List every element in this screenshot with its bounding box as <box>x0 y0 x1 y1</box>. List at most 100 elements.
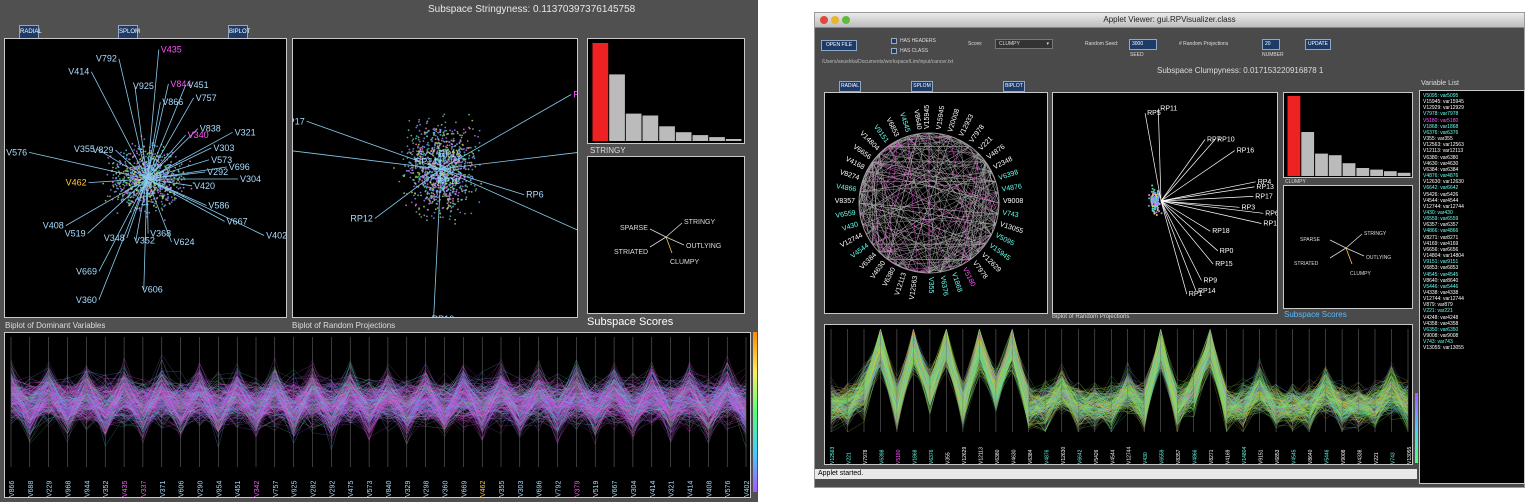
score-select[interactable]: CLUMPY ▾ <box>995 39 1053 49</box>
window-title: Applet Viewer: gui.RPVisualizer.class <box>1103 15 1236 24</box>
circle-variable-label: V4866 <box>836 183 857 193</box>
variable-label: V304 <box>240 174 261 184</box>
radial-button[interactable]: RADIAL <box>839 81 861 92</box>
variable-label: V829 <box>92 145 113 155</box>
score-bar <box>1370 169 1383 176</box>
projection-label: RP18 <box>1212 228 1230 235</box>
has-headers-checkbox[interactable] <box>891 38 897 44</box>
axis-label: V221 <box>1374 452 1380 464</box>
dominant-biplot-panel[interactable]: V435 V792 V414 V925 V844 V451 V757 V866 V838 V321… <box>4 38 287 318</box>
stringy-screenshot: Subspace Stringyness: 0.1137039737614575… <box>0 0 758 502</box>
axis-label: V4630 <box>1011 449 1017 464</box>
biplot-ray <box>1160 200 1219 252</box>
score-bar-panel[interactable] <box>1283 92 1413 178</box>
random-seed-input[interactable]: 3000 <box>1129 39 1157 50</box>
parallel-coords-panel[interactable]: V12563 V221 V7978 V6398 V5180 V1868 V6376 V355 V… <box>824 324 1413 465</box>
splom-button[interactable]: SPLOM <box>118 25 140 39</box>
scores-title: Subspace Scores <box>587 316 674 328</box>
number-button[interactable]: NUMBER <box>1262 52 1284 58</box>
biplot-ray <box>118 58 148 180</box>
has-headers-label: HAS HEADERS <box>900 38 936 44</box>
axis-label: V12744 <box>1127 447 1133 464</box>
circle-variable-label: V20008 <box>947 108 961 133</box>
radial-button[interactable]: RADIAL <box>19 25 42 39</box>
axis-label: V221 <box>847 452 853 464</box>
axis-label: V968 <box>66 481 73 497</box>
axis-label: V371 <box>160 481 167 497</box>
axis-label: V379 <box>574 481 581 497</box>
scores-star-panel[interactable]: SPARSE STRINGY OUTLYING STRIATED CLUMPY <box>587 156 745 314</box>
score-bar <box>709 137 725 141</box>
circle-variable-label: V15945 <box>924 105 931 129</box>
splom-button[interactable]: SPLOM <box>911 81 933 92</box>
variable-label: V669 <box>76 266 97 276</box>
variable-list-item[interactable]: V13055: var13055 <box>1423 345 1524 351</box>
circle-variable-label: V1868 <box>950 272 963 294</box>
score-bar <box>659 126 675 141</box>
axis-label: V282 <box>311 481 318 497</box>
axis-label: V667 <box>612 481 619 497</box>
circle-variable-label: V13055 <box>999 221 1024 235</box>
axis-label: V462 <box>480 481 487 497</box>
chevron-down-icon: ▾ <box>1046 41 1049 47</box>
biplot-button[interactable]: BIPLOT <box>228 25 250 39</box>
variable-label: V408 <box>43 221 64 231</box>
subspace-title: Subspace Clumpyness: 0.017153220916878 1 <box>1157 66 1324 75</box>
axis-label: V14804 <box>1242 447 1248 464</box>
score-bar <box>1315 153 1328 176</box>
score-bar <box>642 115 659 141</box>
axis-label: V6398 <box>880 449 886 464</box>
variable-label: V576 <box>6 147 27 157</box>
update-button[interactable]: UPDATE <box>1305 39 1331 50</box>
scores-star-panel[interactable]: SPARSE STRINGY OUTLYING STRIATED CLUMPY <box>1283 185 1413 309</box>
axis-label: V954 <box>216 481 223 497</box>
has-class-checkbox[interactable] <box>891 48 897 54</box>
circle-variable-label: V6380 <box>882 267 897 288</box>
axis-label: V6384 <box>1028 449 1034 464</box>
axis-label: V9151 <box>1259 449 1265 464</box>
axis-label: V6380 <box>995 449 1001 464</box>
score-bar-panel[interactable] <box>587 38 745 144</box>
axis-label: V430 <box>1143 452 1149 464</box>
random-seed-label: Random Seed: <box>1085 41 1119 47</box>
parallel-coords-panel[interactable]: V866 V688 V229 V968 V944 V352 V435 V337 V371 V606… <box>4 332 751 498</box>
window-titlebar: Applet Viewer: gui.RPVisualizer.class <box>815 13 1524 28</box>
variable-label: V792 <box>96 54 117 64</box>
stringy-bar-label: STRINGY <box>590 146 626 155</box>
random-biplot-panel[interactable]: RP9RP15RP17RP7RP18RP14RP11RP12RP6RP0RP10 <box>292 38 578 318</box>
axis-label: V743 <box>1391 452 1397 464</box>
axis-label: V12630 <box>1061 447 1067 464</box>
random-biplot-panel[interactable]: RP5RP11RP7RP10RP16RP4RP13RP17RP3RP6RP12R… <box>1052 92 1278 314</box>
axis-label: V688 <box>28 481 35 497</box>
random-title: Biplot of Random Projections <box>292 321 396 330</box>
axis-label: V840 <box>386 481 393 497</box>
circle-variable-label: V12563 <box>909 275 920 300</box>
open-file-button[interactable]: OPEN FILE <box>821 40 857 51</box>
seed-button[interactable]: SEED <box>1130 52 1144 58</box>
axis-label: V4544 <box>1110 449 1116 464</box>
circle-variable-label: V743 <box>1002 210 1019 219</box>
biplot-ray <box>440 152 577 170</box>
axis-label: V451 <box>235 481 242 497</box>
circle-variable-label: V12113 <box>894 272 908 297</box>
num-proj-input[interactable]: 20 <box>1262 39 1280 50</box>
variable-label: V624 <box>174 237 195 247</box>
axis-label: V304 <box>631 481 638 497</box>
axis-label: V5446 <box>1325 449 1331 464</box>
axis-label: V229 <box>47 481 54 497</box>
variable-label: RP14 <box>415 157 438 167</box>
score-bar <box>1301 132 1315 176</box>
radial-panel[interactable]: V15945 V15945 V20008 V12933 V7978 V221 V4876 V2… <box>824 92 1048 314</box>
axis-label: V4876 <box>1044 449 1050 464</box>
variable-list[interactable]: V5095: var5095 V15945: var15945 V12929: va… <box>1419 90 1525 484</box>
variable-label: V420 <box>194 181 215 191</box>
score-bar <box>1342 163 1356 176</box>
dominant-title: Biplot of Dominant Variables <box>5 321 106 330</box>
circle-variable-label: V8274 <box>839 169 861 182</box>
circle-variable-label: V8357 <box>835 198 855 205</box>
axis-label: V866 <box>9 481 16 497</box>
circle-variable-label: V430 <box>841 221 859 233</box>
biplot-button[interactable]: BIPLOT <box>1003 81 1025 92</box>
axis-label: V352 <box>103 481 110 497</box>
variable-label: V368 <box>150 229 171 239</box>
